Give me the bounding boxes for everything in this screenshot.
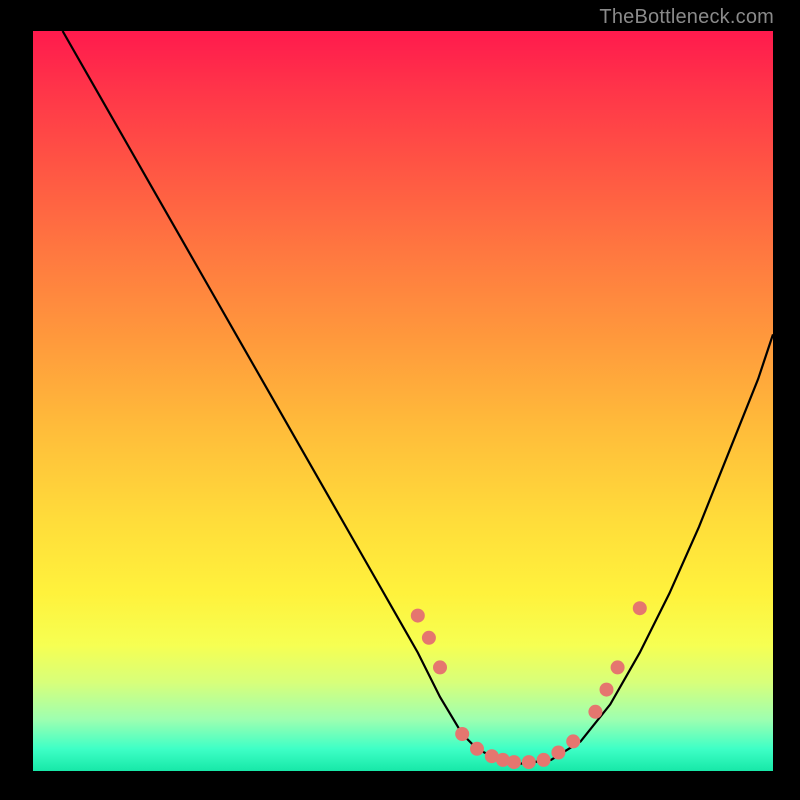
highlight-dot [600,683,614,697]
highlight-dot [433,660,447,674]
highlight-dot [411,609,425,623]
highlight-dot [633,601,647,615]
highlight-dot [422,631,436,645]
highlight-dot [551,746,565,760]
marker-group [411,601,647,769]
highlight-dot [588,705,602,719]
highlight-dot [470,742,484,756]
highlight-dot [537,753,551,767]
curve-layer [0,0,800,800]
highlight-dot [566,734,580,748]
chart-stage: TheBottleneck.com [0,0,800,800]
highlight-dot [455,727,469,741]
highlight-dot [507,755,521,769]
highlight-dot [522,755,536,769]
bottleneck-curve [63,31,773,764]
highlight-dot [611,660,625,674]
